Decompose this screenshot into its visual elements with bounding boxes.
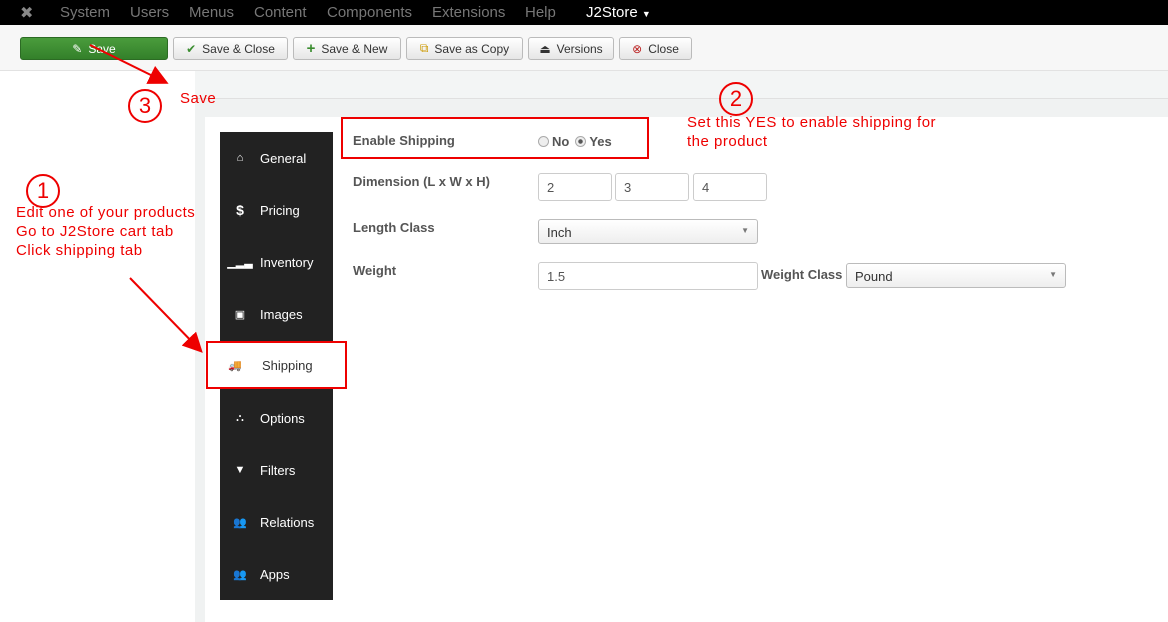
arrow-to-save	[89, 44, 169, 84]
annotation-arrows	[89, 44, 203, 353]
arrow-to-shipping-tab	[129, 277, 203, 353]
